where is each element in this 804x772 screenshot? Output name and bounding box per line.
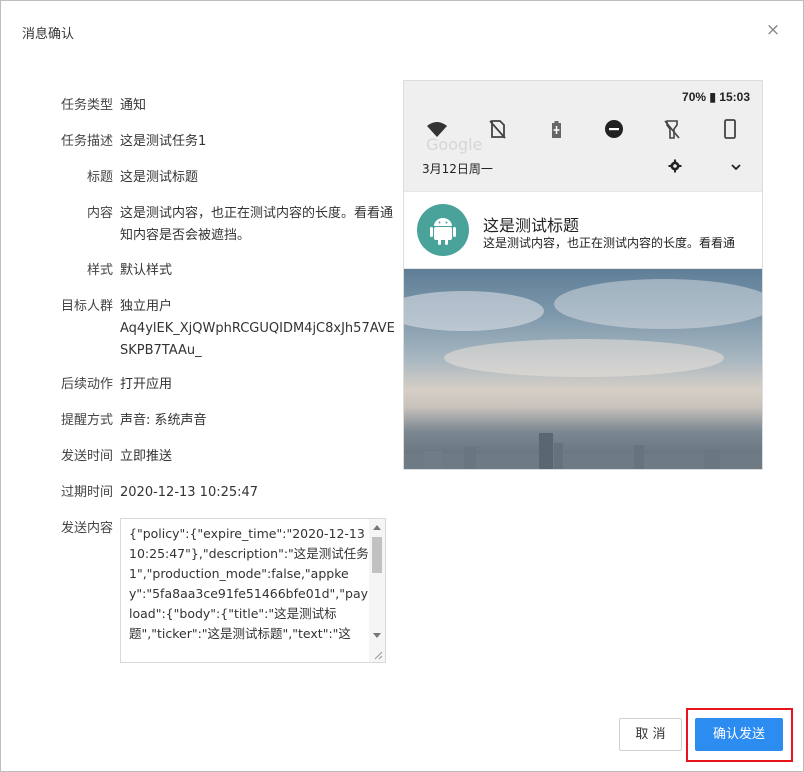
android-icon <box>417 204 469 256</box>
flashlight-icon <box>664 120 680 139</box>
cancel-button[interactable]: 取 消 <box>619 718 682 751</box>
message-confirm-dialog: 消息确认 × 任务类型 通知 任务描述 这是测试任务1 标题 这是测试标题 内容… <box>0 0 804 772</box>
field-value: 通知 <box>120 98 147 113</box>
notification-title: 这是测试标题 <box>483 216 580 235</box>
field-label: 提醒方式 <box>60 413 113 428</box>
scrollbar-thumb[interactable] <box>372 537 382 573</box>
field-label: 发送时间 <box>60 449 113 464</box>
field-value: 立即推送 <box>120 449 173 464</box>
field-value: 这是测试任务1 <box>120 134 207 149</box>
field-label: 后续动作 <box>60 377 113 392</box>
notification-text: 这是测试内容，也正在测试内容的长度。看看通 <box>483 236 736 250</box>
gear-icon <box>668 159 682 173</box>
phone-icon <box>724 119 736 139</box>
quick-settings-icons <box>426 118 746 140</box>
do-not-disturb-icon <box>605 120 623 138</box>
field-label: 内容 <box>86 206 113 221</box>
field-value: 打开应用 <box>120 377 173 392</box>
notification-card: 这是测试标题 这是测试内容，也正在测试内容的长度。看看通 <box>404 191 762 269</box>
field-value: 独立用户 <box>120 299 173 314</box>
field-label: 样式 <box>86 263 113 278</box>
field-label: 任务类型 <box>60 98 113 113</box>
payload-text: {"policy":{"expire_time":"2020-12-13 10:… <box>129 526 369 641</box>
scroll-up-icon[interactable] <box>373 525 381 530</box>
field-label: 过期时间 <box>60 485 113 500</box>
device-token: Aq4ylEK_XjQWphRCGUQIDM4jC8xJh57AVESKPB7T… <box>120 321 395 358</box>
date-label: 3月12日周一 <box>422 162 493 176</box>
notification-preview: Google 70% ▮ 15:03 3月12日周一 这是测试标题 这是测试内容… <box>403 80 763 470</box>
field-label: 发送内容 <box>60 521 113 536</box>
field-label: 任务描述 <box>60 134 113 149</box>
sim-icon <box>489 120 506 139</box>
field-value: 这是测试内容，也正在测试内容的长度。看看通知内容是否会被遮挡。 <box>120 206 394 243</box>
wifi-icon <box>427 122 447 137</box>
skyline <box>404 433 762 469</box>
field-value: 声音: 系统声音 <box>120 413 207 428</box>
scroll-down-icon[interactable] <box>373 633 381 638</box>
field-value: 这是测试标题 <box>120 170 199 185</box>
textarea-scrollbar[interactable] <box>369 519 385 662</box>
dialog-title: 消息确认 <box>22 27 75 42</box>
resize-handle-icon[interactable] <box>374 651 383 660</box>
notification-image <box>404 269 762 469</box>
battery-icon <box>552 121 561 138</box>
field-value: 默认样式 <box>120 263 173 278</box>
field-value: 2020-12-13 10:25:47 <box>120 485 259 500</box>
payload-textarea[interactable]: {"policy":{"expire_time":"2020-12-13 10:… <box>120 518 386 663</box>
quick-settings-panel: Google 70% ▮ 15:03 3月12日周一 <box>404 81 762 191</box>
field-label: 目标人群 <box>60 299 113 314</box>
status-bar: 70% ▮ 15:03 <box>682 90 750 104</box>
field-label: 标题 <box>86 170 113 185</box>
close-icon[interactable]: × <box>765 21 781 39</box>
confirm-send-button[interactable]: 确认发送 <box>695 718 783 751</box>
chevron-down-icon <box>731 164 741 171</box>
